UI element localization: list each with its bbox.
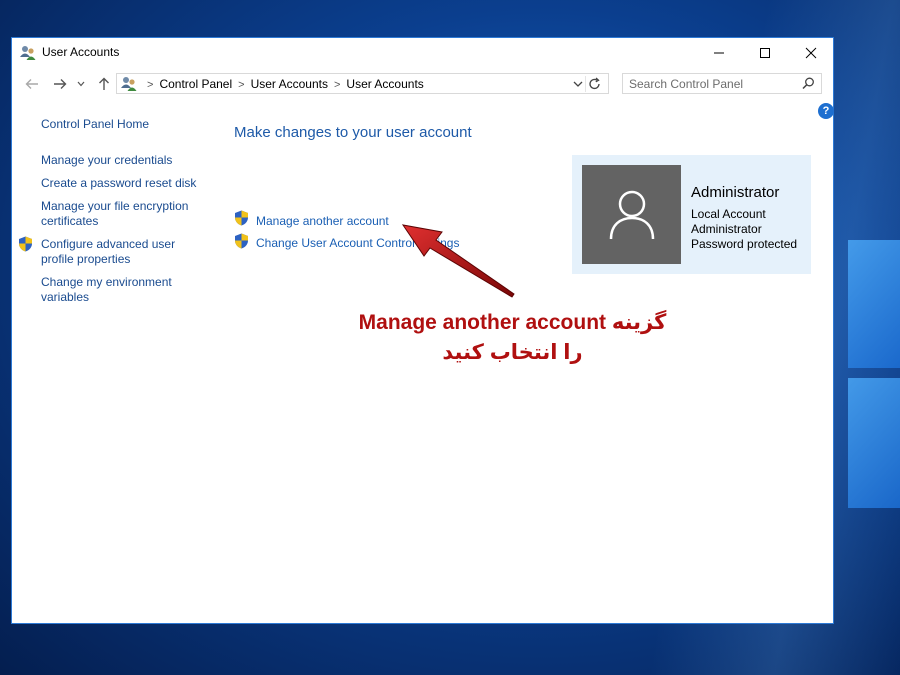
sidebar-item-environment-variables[interactable]: Change my environment variables — [41, 275, 181, 305]
annotation-text-line-1: گزینه Manage another account — [358, 311, 667, 334]
avatar — [582, 165, 681, 264]
annotation-text-line-2: را انتخاب کنید — [442, 341, 583, 364]
minimize-button[interactable] — [696, 38, 742, 68]
user-info-panel: Administrator Local Account Administrato… — [572, 155, 811, 274]
page-title: Make changes to your user account — [234, 124, 472, 141]
uac-shield-icon — [235, 233, 248, 249]
uac-shield-icon — [19, 236, 32, 252]
maximize-button[interactable] — [742, 38, 788, 68]
maximize-icon — [760, 48, 770, 58]
user-name: Administrator — [691, 184, 780, 201]
manage-another-account-link[interactable]: Manage another account — [256, 214, 389, 228]
breadcrumb-user-accounts[interactable]: User Accounts — [251, 77, 328, 91]
forward-button[interactable] — [50, 76, 70, 92]
breadcrumb-user-accounts-current[interactable]: User Accounts — [346, 77, 423, 91]
recent-locations-button[interactable] — [75, 76, 87, 92]
refresh-button[interactable] — [585, 76, 604, 92]
search-input[interactable] — [629, 75, 795, 92]
breadcrumb: > Control Panel > User Accounts > User Accoun… — [141, 77, 424, 91]
account-role: Administrator — [691, 222, 762, 236]
password-status: Password protected — [691, 237, 798, 251]
breadcrumb-separator-icon: > — [238, 79, 245, 91]
users-icon — [20, 45, 36, 61]
arrow-left-icon — [25, 79, 38, 89]
uac-shield-icon — [235, 210, 248, 226]
arrow-up-icon — [99, 77, 109, 90]
desktop-logo-pane-top — [848, 240, 900, 368]
breadcrumb-control-panel[interactable]: Control Panel — [159, 77, 232, 91]
sidebar-item-password-reset-disk[interactable]: Create a password reset disk — [41, 176, 201, 191]
minimize-icon — [714, 52, 724, 54]
address-dropdown-button[interactable] — [572, 77, 584, 91]
breadcrumb-separator-icon: > — [333, 79, 341, 91]
back-button[interactable] — [22, 76, 42, 92]
title-bar[interactable]: User Accounts — [12, 38, 833, 68]
search-box[interactable] — [622, 73, 822, 94]
up-button[interactable] — [94, 76, 114, 92]
help-button[interactable]: ? — [818, 103, 834, 119]
account-type: Local Account — [691, 207, 766, 221]
sidebar-item-control-panel-home[interactable]: Control Panel Home — [41, 117, 201, 132]
chevron-down-icon — [77, 81, 85, 87]
chevron-down-icon — [573, 81, 583, 87]
users-icon — [121, 76, 137, 92]
uac-settings-link[interactable]: Change User Account Control settings — [256, 236, 459, 250]
address-bar[interactable]: > Control Panel > User Accounts > User Accoun… — [116, 73, 609, 94]
sidebar-item-advanced-profile-properties[interactable]: Configure advanced user profile properti… — [41, 237, 181, 267]
refresh-icon — [589, 77, 600, 90]
arrow-right-icon — [54, 79, 67, 89]
sidebar-item-file-encryption-certificates[interactable]: Manage your file encryption certificates — [41, 199, 196, 229]
navigation-bar: > Control Panel > User Accounts > User Accoun… — [12, 68, 833, 100]
search-icon[interactable] — [802, 77, 815, 90]
breadcrumb-separator-icon: > — [147, 79, 154, 91]
close-button[interactable] — [788, 38, 834, 68]
window-title: User Accounts — [42, 45, 120, 59]
sidebar-item-manage-credentials[interactable]: Manage your credentials — [41, 153, 201, 168]
desktop-logo-pane-bottom — [848, 378, 900, 508]
close-icon — [805, 47, 817, 59]
user-silhouette-icon — [609, 190, 654, 239]
